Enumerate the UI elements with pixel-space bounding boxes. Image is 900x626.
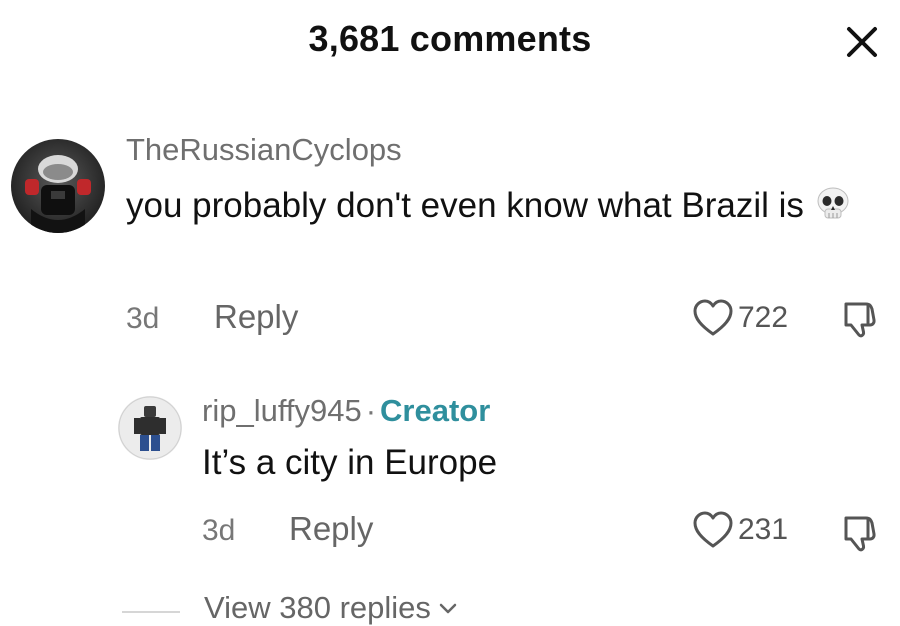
reply-button[interactable]: Reply — [214, 298, 298, 336]
comment-timestamp: 3d — [126, 302, 160, 335]
reply-username-line: rip_luffy945 · Creator — [202, 393, 490, 429]
comments-count-title: 3,681 comments — [308, 18, 592, 59]
like-count: 722 — [738, 301, 789, 334]
username-separator: · — [365, 393, 377, 428]
view-replies-divider — [122, 611, 180, 613]
avatar-image — [11, 139, 105, 233]
close-icon — [847, 27, 877, 57]
dislike-button[interactable] — [838, 296, 882, 340]
close-button[interactable] — [840, 20, 884, 64]
thumbs-down-icon — [844, 302, 876, 338]
reply-like-count: 231 — [738, 513, 789, 546]
avatar[interactable] — [11, 139, 105, 233]
reply-like-button[interactable]: 231 — [692, 508, 788, 552]
reply-avatar[interactable] — [118, 396, 182, 460]
like-button[interactable]: 722 — [692, 296, 788, 340]
reply-avatar-image — [118, 396, 182, 460]
heart-icon — [693, 299, 733, 336]
view-replies-label: View 380 replies — [204, 590, 431, 625]
comments-panel: 3,681 comments TheRussianCyclops you pro… — [0, 0, 900, 626]
comment-text: you probably don't even know what Brazil… — [126, 180, 896, 231]
heart-icon — [693, 511, 733, 548]
thumbs-down-icon — [844, 516, 876, 552]
reply-timestamp: 3d — [202, 514, 236, 547]
skull-emoji-icon — [814, 185, 852, 223]
chevron-down-icon — [439, 603, 457, 614]
creator-badge: Creator — [380, 393, 491, 428]
view-replies-button[interactable]: View 380 replies — [204, 590, 459, 626]
reply-username[interactable]: rip_luffy945 — [202, 393, 362, 428]
reply-dislike-button[interactable] — [838, 510, 882, 554]
comment-username[interactable]: TheRussianCyclops — [126, 132, 402, 168]
reply-reply-button[interactable]: Reply — [289, 510, 373, 548]
reply-text: It’s a city in Europe — [202, 443, 498, 482]
comment-text-content: you probably don't even know what Brazil… — [126, 186, 804, 225]
